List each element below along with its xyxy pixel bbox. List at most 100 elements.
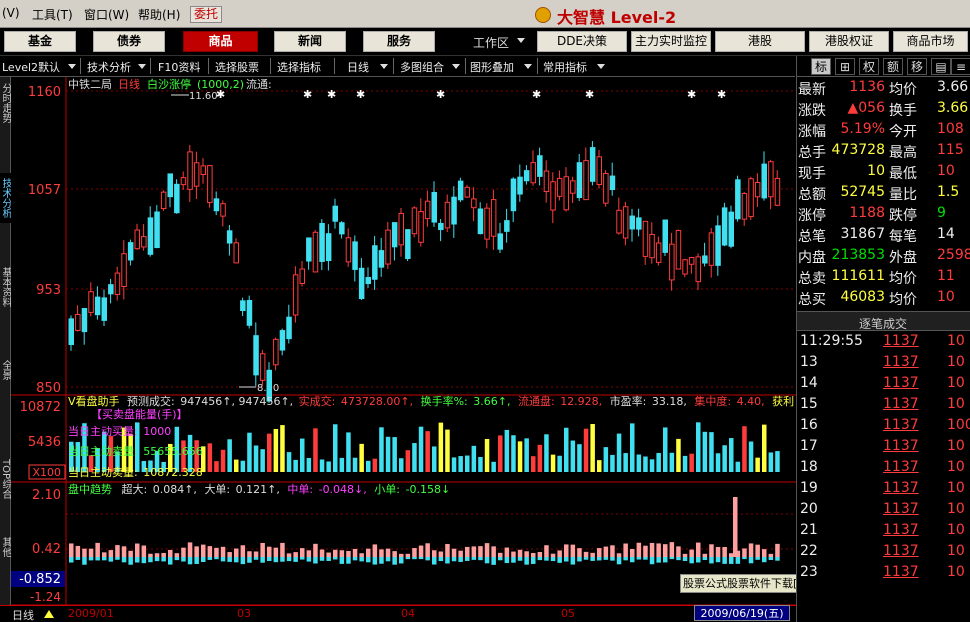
nav-monitor-button[interactable]: 主力实时监控 — [631, 31, 711, 52]
trend-bar-down — [366, 557, 371, 563]
toolbar-overlay[interactable]: 图形叠加 — [470, 59, 514, 75]
nav-commodity-button[interactable]: 商品 — [183, 31, 258, 52]
tab-standard[interactable]: 标 — [811, 58, 831, 75]
tick-row[interactable]: 15 1137 10 — [797, 396, 970, 417]
menu-tools[interactable]: 工具(T) — [32, 6, 73, 23]
tab-amount[interactable]: 额 — [883, 58, 903, 75]
candle-body — [655, 242, 662, 263]
period-label[interactable]: 日线 — [12, 607, 34, 622]
candle-body — [174, 183, 180, 214]
trend-axis-label: 0.42 — [32, 542, 61, 557]
chevron-down-icon[interactable] — [68, 64, 76, 69]
signal-marker: ✱ — [585, 88, 594, 101]
candle-body — [154, 211, 160, 249]
trend-panel-name: 盘中趋势 — [68, 482, 112, 496]
trend-bar-up — [715, 547, 721, 557]
candle-body — [517, 176, 523, 195]
quote-value: 5.19% — [840, 121, 885, 137]
trend-bar-down — [465, 557, 470, 561]
volume-bar — [240, 460, 246, 472]
tick-row[interactable]: 18 1137 10 — [797, 459, 970, 480]
trend-bar-up — [577, 548, 582, 557]
tick-row[interactable]: 11:29:55 1137 10 — [797, 333, 970, 354]
toolbar-select-stock[interactable]: 选择股票 — [215, 59, 259, 75]
candle-body — [761, 163, 767, 199]
tick-price: 1137 — [883, 501, 919, 517]
tab-move[interactable]: 移 — [907, 58, 927, 75]
menu-window[interactable]: 窗口(W) — [84, 6, 129, 23]
toolbar-common-indicators[interactable]: 常用指标 — [543, 59, 587, 75]
tab-list[interactable]: ▤ — [931, 58, 951, 75]
chevron-down-icon[interactable] — [524, 64, 532, 69]
side-tab-other[interactable]: 其他 — [0, 532, 11, 562]
nav-fund-button[interactable]: 基金 — [4, 31, 76, 52]
toolbar-select-indicator[interactable]: 选择指标 — [277, 59, 321, 75]
toolbar-f10[interactable]: F10资料 — [158, 59, 200, 75]
volume-bar — [273, 428, 279, 472]
nav-hk-button[interactable]: 港股 — [715, 31, 805, 52]
quote-value: 1136 — [849, 79, 885, 95]
volume-bar — [656, 452, 661, 472]
menu-view[interactable]: (V) — [2, 6, 20, 20]
nav-bond-button[interactable]: 债券 — [93, 31, 165, 52]
side-tab-basic-info[interactable]: 基本资料 — [0, 262, 11, 312]
tab-grid[interactable]: ⊞ — [835, 58, 855, 75]
trend-bar-up — [234, 548, 239, 557]
volume-bar — [478, 457, 483, 472]
trade-button[interactable]: 委托 — [190, 6, 222, 23]
nav-news-button[interactable]: 新闻 — [274, 31, 346, 52]
tab-menu[interactable]: ≡ — [951, 58, 970, 75]
toolbar-tech-analysis[interactable]: 技术分析 — [87, 59, 131, 75]
nav-hk-warrant-button[interactable]: 港股权证 — [809, 31, 889, 52]
candle-body — [108, 284, 114, 295]
toolbar-daily[interactable]: 日线 — [347, 59, 369, 75]
volume-bar — [643, 456, 648, 472]
side-tab-tech-analysis[interactable]: 技术分析 — [0, 173, 11, 223]
trend-bar-down — [504, 557, 510, 564]
tick-row[interactable]: 19 1137 10 — [797, 480, 970, 501]
tick-row[interactable]: 13 1137 10 — [797, 354, 970, 375]
tick-row[interactable]: 23 1137 10 — [797, 564, 970, 585]
trend-bar-down — [478, 557, 483, 561]
tick-row[interactable]: 17 1137 10 — [797, 438, 970, 459]
side-tab-panorama[interactable]: 全景 — [0, 355, 11, 385]
side-tab-top[interactable]: TOP综合 — [0, 449, 11, 509]
tick-row[interactable]: 21 1137 10 — [797, 522, 970, 543]
chevron-down-icon[interactable] — [138, 64, 146, 69]
quote-row: 总卖 111611 均价 11 — [797, 268, 970, 289]
chevron-down-icon[interactable] — [452, 64, 460, 69]
kline-chart[interactable]: 1160 1057 953 850 中铁二局 日线 白沙涨停 (1000,2) … — [11, 77, 796, 617]
nav-service-button[interactable]: 服务 — [363, 31, 435, 52]
tick-row[interactable]: 20 1137 10 — [797, 501, 970, 522]
tick-volume: 10 — [947, 480, 965, 496]
trend-bar-down — [524, 557, 529, 565]
menu-help[interactable]: 帮助(H) — [138, 6, 180, 23]
trend-bar-up — [181, 547, 186, 557]
tab-rights[interactable]: 权 — [859, 58, 879, 75]
trend-bar-down — [313, 557, 318, 564]
quote-panel: 标 ⊞ 权 额 移 ▤ ≡ 最新 1136 均价 3.66 涨跌 ▲056 换手 3.66 涨幅… — [796, 56, 970, 622]
chevron-down-icon[interactable] — [380, 64, 388, 69]
trend-bar-down — [564, 557, 569, 562]
trend-bar-up — [88, 548, 94, 557]
tick-row[interactable]: 16 1137 1000 — [797, 417, 970, 438]
workspace-label[interactable]: 工作区 — [473, 34, 509, 51]
side-tab-intraday[interactable]: 分时走势 — [0, 79, 11, 127]
triangle-up-icon[interactable] — [44, 610, 54, 618]
chart-area[interactable]: 1160 1057 953 850 中铁二局 日线 白沙涨停 (1000,2) … — [11, 77, 796, 617]
tick-row[interactable]: 22 1137 10 — [797, 543, 970, 564]
nav-dde-button[interactable]: DDE决策 — [537, 31, 627, 52]
trend-bar-up — [201, 544, 206, 557]
toolbar-multi-chart[interactable]: 多图组合 — [400, 59, 444, 75]
tick-row[interactable]: 14 1137 10 — [797, 375, 970, 396]
conc-value: 4.40, — [737, 395, 765, 408]
candle-body — [702, 255, 708, 264]
trend-bar-up — [755, 544, 760, 557]
quote-row: 涨停 1188 跌停 9 — [797, 205, 970, 226]
nav-commodity-market-button[interactable]: 商品市场 — [893, 31, 968, 52]
workspace-dropdown-icon[interactable] — [517, 38, 525, 43]
chevron-down-icon[interactable] — [597, 64, 605, 69]
volume-bar — [702, 431, 708, 472]
toolbar-level2-default[interactable]: Level2默认 — [2, 59, 60, 75]
trend-bar-down — [550, 557, 556, 562]
